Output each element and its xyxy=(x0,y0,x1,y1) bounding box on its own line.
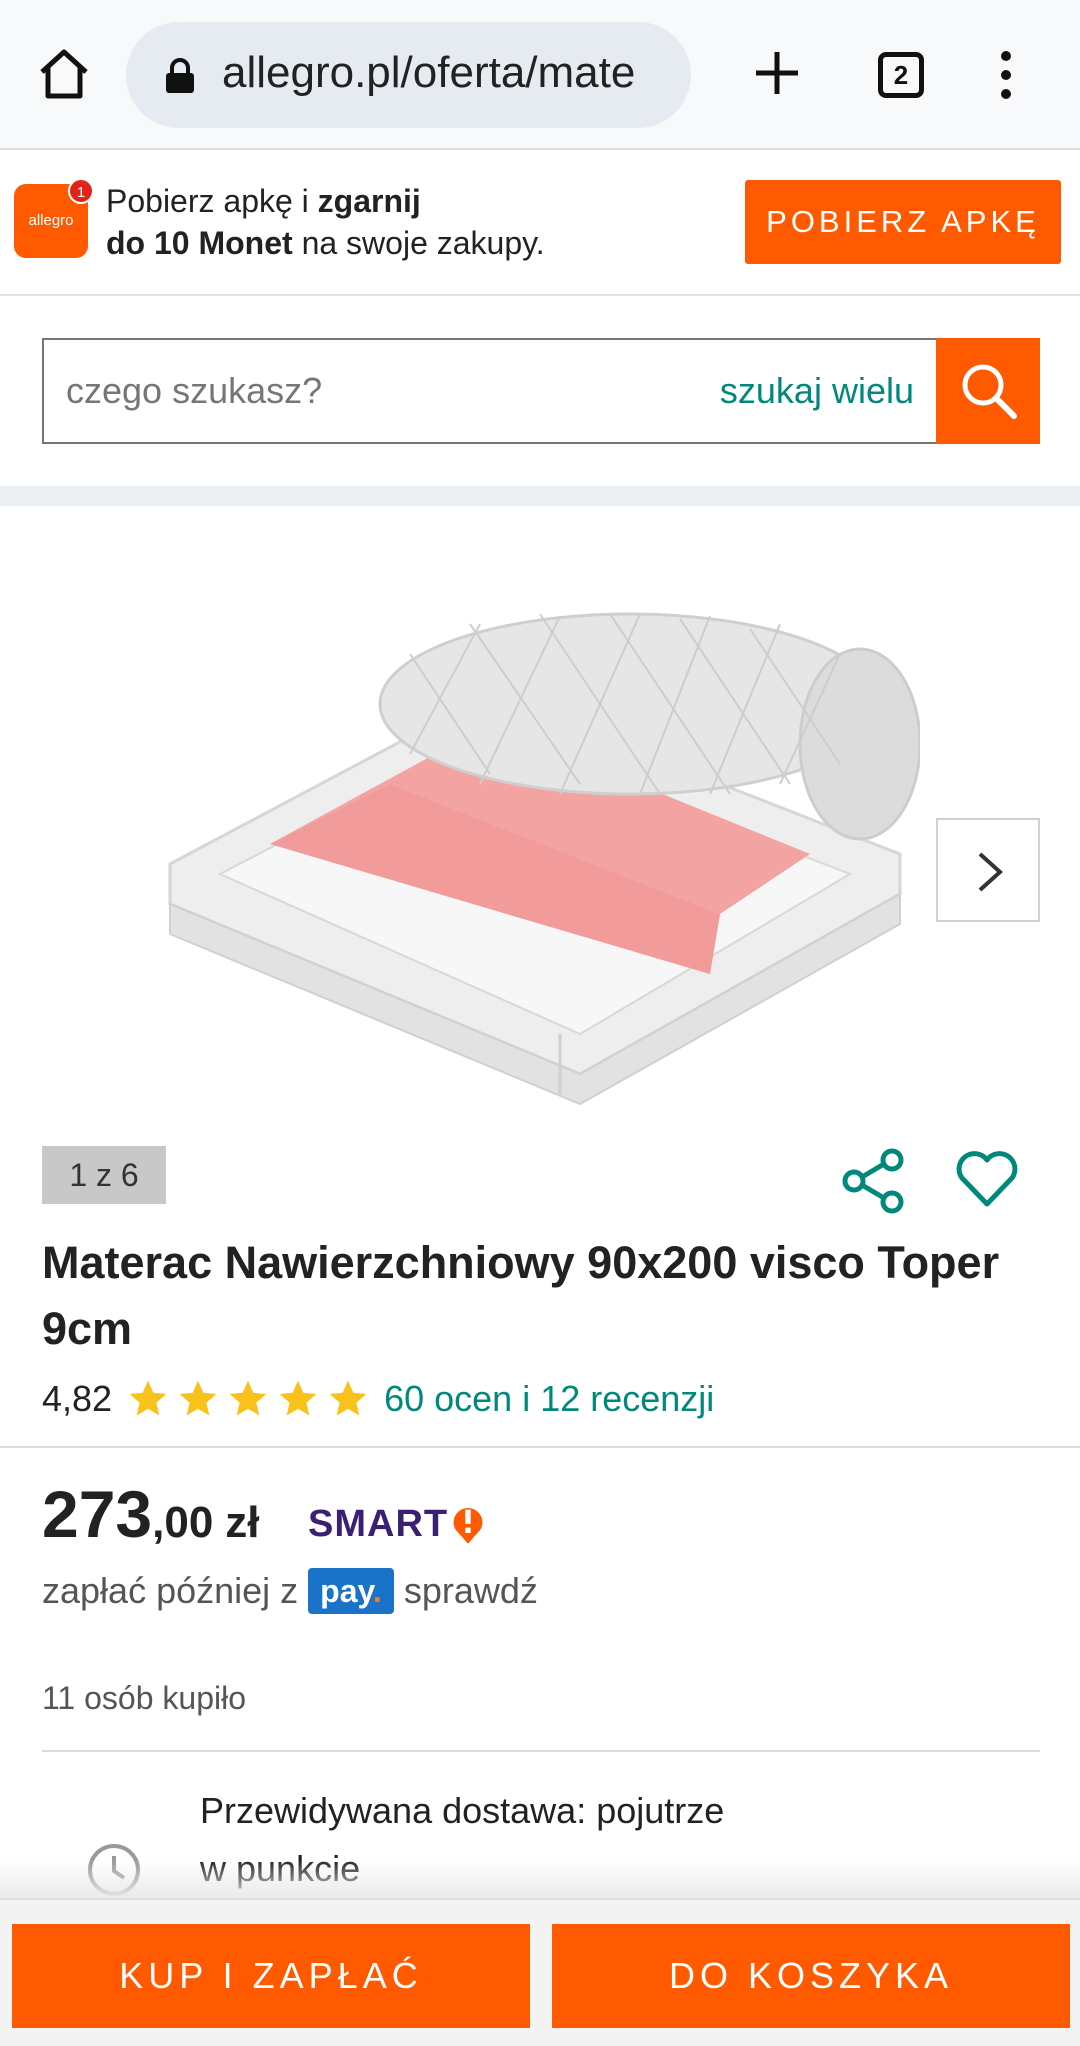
next-image-button[interactable] xyxy=(936,818,1040,922)
download-app-button[interactable]: POBIERZ APKĘ xyxy=(745,180,1061,264)
lock-icon xyxy=(166,58,194,93)
delivery-estimate: Przewidywana dostawa: pojutrze xyxy=(200,1790,725,1831)
new-tab-icon[interactable] xyxy=(752,48,802,98)
pay-badge: pay. xyxy=(308,1568,394,1614)
promo-line1-bold: zgarnij xyxy=(317,183,421,219)
pay-later-text: zapłać później z xyxy=(42,1570,299,1611)
allegro-app-logo: allegro 1 xyxy=(14,178,94,258)
star-icon xyxy=(329,1380,367,1416)
url-text: allegro.pl/oferta/mate xyxy=(222,48,636,97)
price-currency: zł xyxy=(225,1498,260,1547)
bought-count: 11 osób kupiło xyxy=(42,1680,246,1716)
star-icon xyxy=(179,1380,217,1416)
star-icon xyxy=(279,1380,317,1416)
star-icon xyxy=(229,1380,267,1416)
search-icon xyxy=(962,364,1017,419)
promo-message: Pobierz apkę i zgarnij do 10 Monet na sw… xyxy=(106,180,545,264)
bottom-action-bar: KUP I ZAPŁAĆ DO KOSZYKA xyxy=(0,1898,1080,2046)
star-icon xyxy=(129,1380,167,1416)
pay-later-check-link[interactable]: sprawdź xyxy=(404,1570,538,1612)
heart-icon[interactable] xyxy=(952,1144,1022,1214)
promo-line2-bold: do 10 Monet xyxy=(106,225,293,261)
multi-search-link[interactable]: szukaj wielu xyxy=(720,370,914,412)
add-to-cart-button[interactable]: DO KOSZYKA xyxy=(552,1924,1070,2028)
search-input[interactable]: czego szukasz? szukaj wielu xyxy=(42,338,936,444)
pay-later-row: zapłać później z pay. sprawdź xyxy=(42,1566,538,1616)
smart-label: SMART xyxy=(308,1502,449,1545)
price-integer: 273 xyxy=(42,1477,153,1551)
smart-badge: SMART xyxy=(308,1498,486,1550)
smart-exclamation-icon xyxy=(453,1508,483,1544)
section-separator xyxy=(0,486,1080,506)
product-rating: 4,82 60 ocen i 12 recenzji xyxy=(42,1374,714,1424)
chevron-right-icon xyxy=(978,852,1003,892)
search-placeholder: czego szukasz? xyxy=(66,370,323,411)
divider xyxy=(0,1446,1080,1448)
home-icon[interactable] xyxy=(36,46,92,102)
image-counter: 1 z 6 xyxy=(42,1146,166,1204)
app-promo-banner: allegro 1 Pobierz apkę i zgarnij do 10 M… xyxy=(0,150,1080,296)
product-title: Materac Nawierzchniowy 90x200 visco Tope… xyxy=(42,1237,1000,1354)
divider xyxy=(42,1750,1040,1752)
reviews-link[interactable]: 60 ocen i 12 recenzji xyxy=(384,1378,714,1420)
browser-toolbar: allegro.pl/oferta/mate 2 xyxy=(0,0,1080,150)
product-image xyxy=(168,612,920,1106)
rating-score: 4,82 xyxy=(42,1378,113,1419)
tabs-icon[interactable]: 2 xyxy=(878,52,924,98)
share-icon[interactable] xyxy=(838,1146,908,1216)
rating-stars xyxy=(126,1377,370,1421)
search-button[interactable] xyxy=(936,338,1040,444)
price-decimal: ,00 xyxy=(152,1498,214,1547)
more-icon[interactable] xyxy=(996,50,1016,100)
notification-badge: 1 xyxy=(68,178,94,204)
product-price: 273,00 zł xyxy=(42,1476,260,1552)
pay-badge-text: pay xyxy=(320,1573,373,1609)
search-bar: czego szukasz? szukaj wielu xyxy=(42,338,1040,444)
address-bar[interactable]: allegro.pl/oferta/mate xyxy=(126,22,691,128)
scroll-fade xyxy=(0,1860,1080,1900)
app-logo-text: allegro xyxy=(28,212,74,229)
promo-line1-prefix: Pobierz apkę i xyxy=(106,183,318,219)
buy-now-button[interactable]: KUP I ZAPŁAĆ xyxy=(12,1924,530,2028)
product-gallery[interactable] xyxy=(0,506,1080,1146)
pay-badge-dot: . xyxy=(372,1573,382,1609)
promo-line2-suffix: na swoje zakupy. xyxy=(292,225,545,261)
